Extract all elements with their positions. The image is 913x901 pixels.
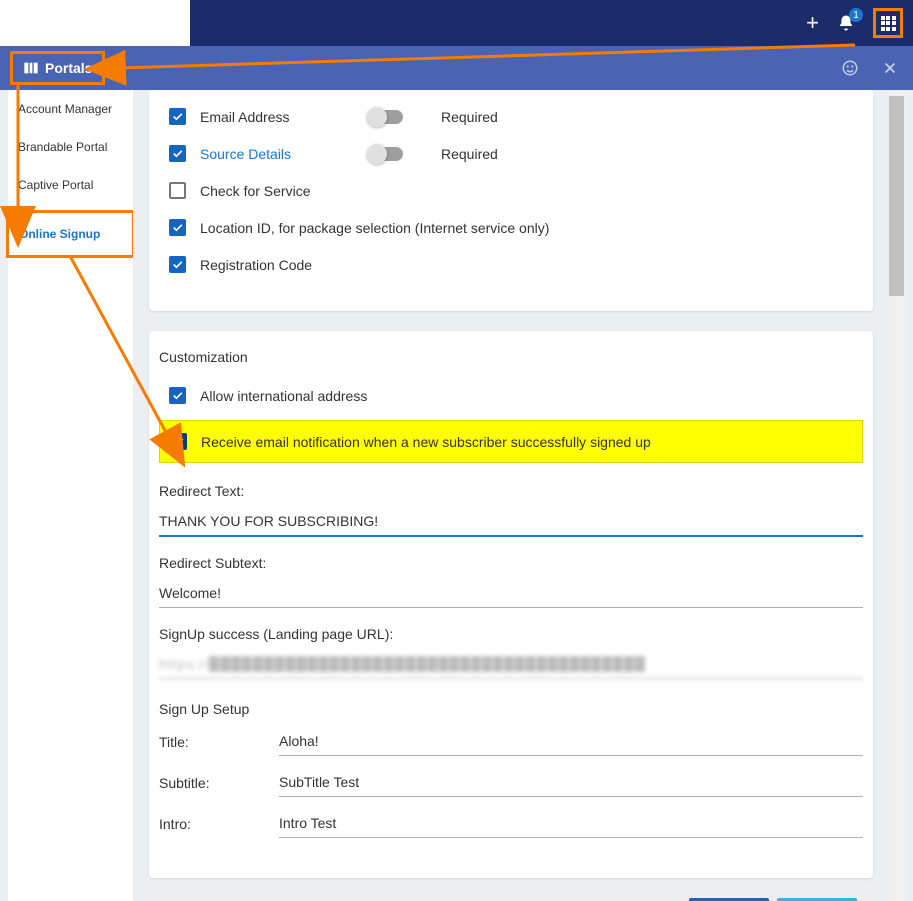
switch-email-required[interactable]	[369, 110, 403, 124]
field-row-email: Email Address Required	[149, 98, 873, 135]
checkbox-check-service[interactable]	[169, 182, 186, 199]
allow-intl-label: Allow international address	[200, 388, 367, 404]
apps-icon	[881, 16, 896, 31]
redirect-text-label: Redirect Text:	[159, 483, 863, 499]
main-content: Email Address Required Source Details Re…	[133, 90, 905, 901]
setup-subtitle-input[interactable]	[279, 770, 863, 797]
close-icon[interactable]	[881, 59, 899, 77]
field-label: Registration Code	[200, 257, 312, 273]
sidebar-item-online-signup[interactable]: Online Signup	[6, 210, 135, 258]
checkbox-registration[interactable]	[169, 256, 186, 273]
switch-source-required[interactable]	[369, 147, 403, 161]
row-receive-email: Receive email notification when a new su…	[159, 420, 863, 463]
field-row-source: Source Details Required	[149, 135, 873, 172]
topbar: + 1	[0, 0, 913, 46]
checkbox-location[interactable]	[169, 219, 186, 236]
setup-intro-label: Intro:	[159, 816, 279, 838]
setup-title-label: Title:	[159, 734, 279, 756]
subheader: Portals	[0, 46, 913, 90]
redirect-subtext-input[interactable]	[159, 581, 863, 608]
notification-badge: 1	[849, 8, 863, 22]
signup-url-label: SignUp success (Landing page URL):	[159, 626, 863, 642]
field-row-registration: Registration Code	[149, 246, 873, 283]
row-allow-intl: Allow international address	[149, 377, 873, 414]
setup-row-subtitle: Subtitle:	[149, 766, 873, 807]
checkbox-allow-intl[interactable]	[169, 387, 186, 404]
add-button[interactable]: +	[806, 10, 819, 36]
required-label: Required	[441, 146, 498, 162]
checkbox-receive-email[interactable]	[170, 433, 187, 450]
apps-button[interactable]	[873, 8, 903, 38]
redirect-subtext-block: Redirect Subtext:	[149, 551, 873, 622]
receive-email-label: Receive email notification when a new su…	[201, 434, 651, 450]
field-label: Location ID, for package selection (Inte…	[200, 220, 549, 236]
customization-card: Customization Allow international addres…	[149, 331, 873, 878]
setup-row-title: Title:	[149, 725, 873, 766]
setup-title-input[interactable]	[279, 729, 863, 756]
customization-title: Customization	[149, 349, 873, 377]
sidebar: Account Manager Brandable Portal Captive…	[8, 90, 133, 901]
checkbox-source[interactable]	[169, 145, 186, 162]
portals-button[interactable]: Portals	[10, 51, 105, 85]
sidebar-item-brandable-portal[interactable]: Brandable Portal	[8, 128, 133, 166]
signup-setup-title: Sign Up Setup	[149, 693, 873, 725]
sidebar-item-account-manager[interactable]: Account Manager	[8, 90, 133, 128]
redirect-text-input[interactable]	[159, 509, 863, 537]
field-label: Email Address	[200, 109, 355, 125]
scrollbar-thumb[interactable]	[889, 96, 904, 296]
signup-url-input[interactable]	[159, 652, 863, 679]
notifications-button[interactable]: 1	[837, 14, 855, 32]
setup-row-intro: Intro:	[149, 807, 873, 848]
redirect-text-block: Redirect Text:	[149, 479, 873, 551]
sidebar-item-captive-portal[interactable]: Captive Portal	[8, 166, 133, 204]
field-label[interactable]: Source Details	[200, 146, 355, 162]
field-label: Check for Service	[200, 183, 310, 199]
redirect-subtext-label: Redirect Subtext:	[159, 555, 863, 571]
scrollbar[interactable]	[889, 90, 905, 901]
setup-subtitle-label: Subtitle:	[159, 775, 279, 797]
portals-label: Portals	[45, 60, 92, 76]
feedback-icon[interactable]	[841, 59, 859, 77]
required-label: Required	[441, 109, 498, 125]
field-row-location: Location ID, for package selection (Inte…	[149, 209, 873, 246]
field-row-check-service: Check for Service	[149, 172, 873, 209]
signup-fields-card: Email Address Required Source Details Re…	[149, 90, 873, 311]
checkbox-email[interactable]	[169, 108, 186, 125]
setup-intro-input[interactable]	[279, 811, 863, 838]
signup-url-block: SignUp success (Landing page URL):	[149, 622, 873, 693]
portals-icon	[23, 60, 39, 76]
logo-area	[0, 0, 190, 46]
